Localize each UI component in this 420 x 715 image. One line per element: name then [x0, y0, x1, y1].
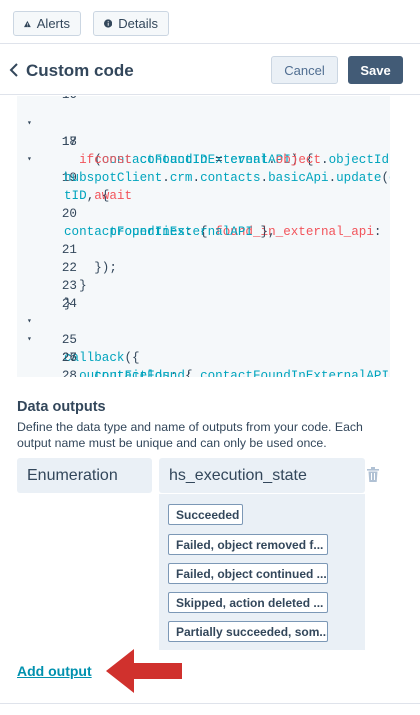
data-outputs-heading: Data outputs	[17, 399, 106, 415]
code-editor[interactable]: 16 ▾ 17 if(contactFoundInExternalAPI) { …	[17, 96, 390, 377]
red-arrow-annotation	[106, 649, 182, 693]
trash-icon[interactable]	[367, 467, 379, 482]
code-line: tID, {	[64, 189, 110, 203]
code-line: 18 const contactID = event.object.object…	[61, 135, 390, 167]
output-type-select[interactable]: Enumeration	[17, 458, 152, 493]
cancel-button[interactable]: Cancel	[271, 56, 338, 84]
code-line: ▾ 26 outputFields: {	[17, 313, 390, 377]
code-line: 22 }	[61, 261, 87, 293]
alerts-label: Alerts	[36, 16, 70, 31]
page-title: Custom code	[26, 61, 134, 80]
output-name-input[interactable]: hs_execution_state	[159, 458, 365, 493]
option-tag[interactable]: Skipped, action deleted ...	[168, 592, 328, 613]
code-line: 28 }	[61, 369, 77, 377]
code-line: ▾ 19 await	[17, 133, 390, 203]
code-line: ▾ 25 callback({	[17, 295, 390, 365]
panel-header: Custom code Cancel Save	[0, 45, 420, 95]
code-line: contactFoundInExternalAPI },	[64, 225, 276, 239]
info-icon	[104, 19, 113, 28]
warning-icon	[24, 20, 31, 27]
save-button[interactable]: Save	[348, 56, 403, 84]
chevron-left-icon[interactable]	[8, 62, 20, 78]
option-tag[interactable]: Failed, object continued ...	[168, 563, 328, 584]
enumeration-options: Succeeded Failed, object removed f... Fa…	[159, 494, 365, 650]
option-tag[interactable]: Partially succeeded, som...	[168, 621, 328, 642]
code-line: 20 properties: { found_in_external_api:	[61, 207, 382, 239]
option-tag[interactable]: Succeeded	[168, 504, 243, 525]
option-tag[interactable]: Failed, object removed f...	[168, 534, 328, 555]
details-tab[interactable]: Details	[93, 11, 169, 36]
code-line: 23 }	[61, 279, 77, 311]
code-line: 24	[61, 297, 77, 311]
data-outputs-description: Define the data type and name of outputs…	[17, 420, 363, 450]
divider	[0, 703, 420, 704]
details-label: Details	[118, 16, 158, 31]
alerts-tab[interactable]: Alerts	[13, 11, 81, 36]
add-output-link[interactable]: Add output	[17, 663, 92, 679]
code-line: 21 });	[61, 243, 117, 275]
code-line: 27 contactFound: contactFoundInExternalA…	[61, 351, 390, 377]
code-line: 29 });	[17, 367, 390, 377]
code-line: hubspotClient.crm.contacts.basicApi.upda…	[64, 171, 390, 185]
top-bar: Alerts Details	[0, 0, 420, 44]
code-line: ▾ 17 if(contactFoundInExternalAPI) {	[17, 97, 390, 167]
